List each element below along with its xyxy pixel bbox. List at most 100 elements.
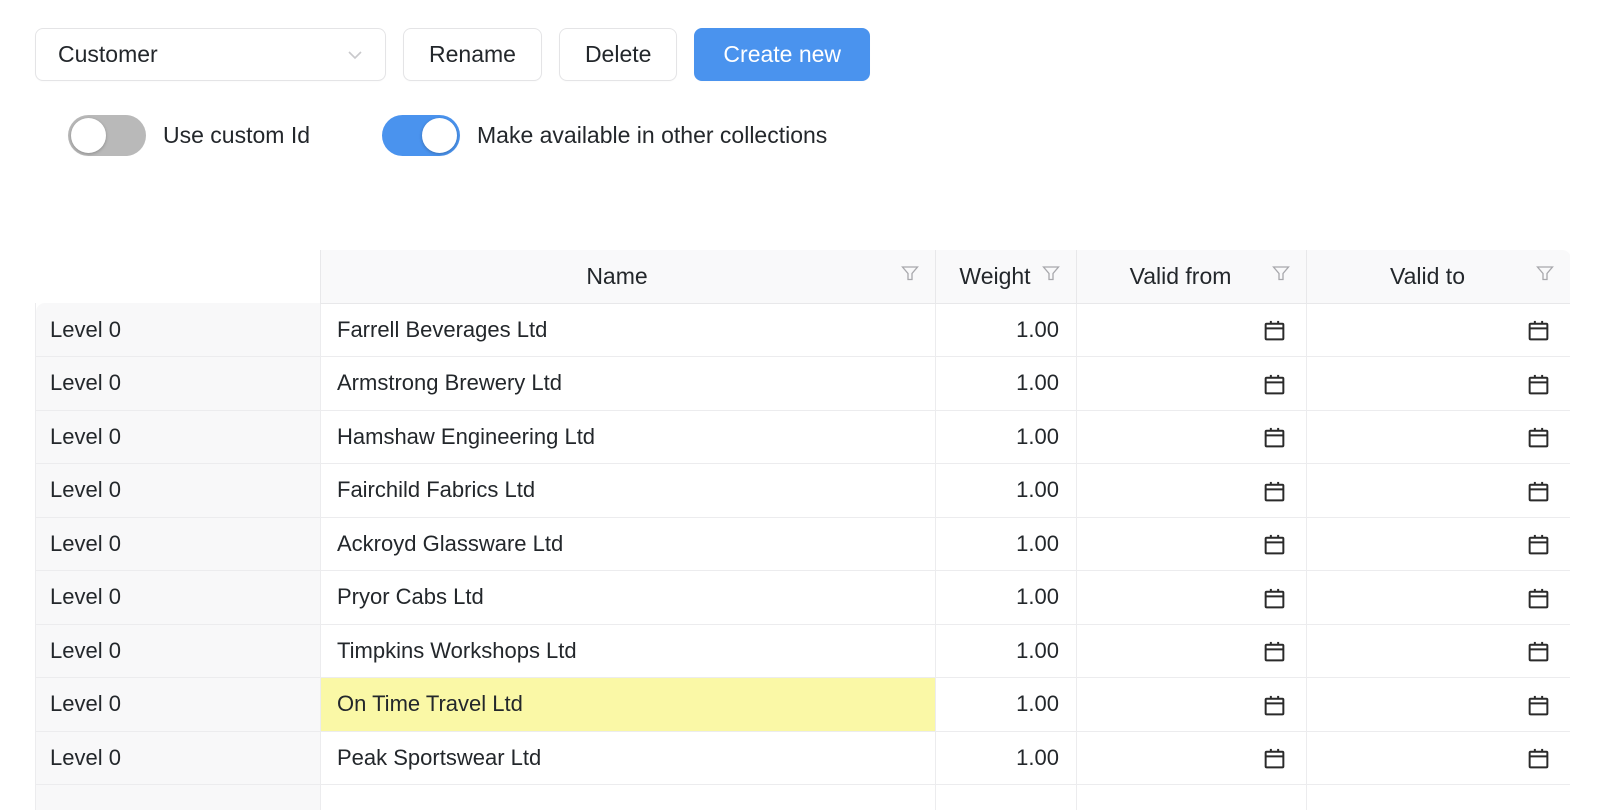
table-row[interactable]: Level 0 Armstrong Brewery Ltd 1.00 xyxy=(35,356,1570,411)
cell-weight[interactable]: 1.00 xyxy=(935,677,1077,732)
use-custom-id-toggle[interactable] xyxy=(68,115,146,156)
table-row[interactable]: Level 0 Timpkins Workshops Ltd 1.00 xyxy=(35,624,1570,678)
funnel-icon[interactable] xyxy=(1534,262,1556,290)
calendar-icon[interactable] xyxy=(1526,530,1551,555)
calendar-icon[interactable] xyxy=(1526,423,1551,448)
table-row[interactable]: Level 0 Pryor Cabs Ltd 1.00 xyxy=(35,570,1570,625)
cell-valid-from[interactable] xyxy=(1076,463,1307,518)
cell-valid-from[interactable] xyxy=(1076,731,1307,785)
cell-name[interactable]: Farrell Beverages Ltd xyxy=(320,303,936,357)
toggle-knob xyxy=(422,118,457,153)
cell-weight[interactable] xyxy=(935,784,1077,810)
cell-weight[interactable]: 1.00 xyxy=(935,356,1077,411)
cell-name[interactable]: Ackroyd Glassware Ltd xyxy=(320,517,936,571)
calendar-icon[interactable] xyxy=(1526,637,1551,662)
column-header-weight[interactable]: Weight xyxy=(935,250,1077,304)
cell-valid-from[interactable] xyxy=(1076,677,1307,732)
cell-valid-to[interactable] xyxy=(1306,784,1570,810)
cell-name-highlighted[interactable]: On Time Travel Ltd xyxy=(320,677,936,732)
calendar-icon[interactable] xyxy=(1526,744,1551,769)
cell-level[interactable]: Level 0 xyxy=(35,356,321,411)
calendar-icon[interactable] xyxy=(1262,423,1287,448)
funnel-icon[interactable] xyxy=(1040,262,1062,290)
cell-valid-to[interactable] xyxy=(1306,356,1570,411)
cell-valid-from[interactable] xyxy=(1076,517,1307,571)
cell-name[interactable]: Fairchild Fabrics Ltd xyxy=(320,463,936,518)
calendar-icon[interactable] xyxy=(1526,691,1551,716)
cell-valid-to[interactable] xyxy=(1306,410,1570,464)
create-new-button[interactable]: Create new xyxy=(694,28,871,81)
use-custom-id-label: Use custom Id xyxy=(163,122,310,148)
cell-valid-from[interactable] xyxy=(1076,784,1307,810)
cell-valid-from[interactable] xyxy=(1076,624,1307,678)
rename-button[interactable]: Rename xyxy=(403,28,542,81)
cell-level[interactable]: Level 0 xyxy=(35,677,321,732)
column-header-valid-to[interactable]: Valid to xyxy=(1306,250,1570,304)
cell-weight[interactable]: 1.00 xyxy=(935,624,1077,678)
calendar-icon[interactable] xyxy=(1262,744,1287,769)
cell-valid-to[interactable] xyxy=(1306,570,1570,625)
cell-weight[interactable]: 1.00 xyxy=(935,517,1077,571)
table-row[interactable]: Level 0 On Time Travel Ltd 1.00 xyxy=(35,677,1570,732)
calendar-icon[interactable] xyxy=(1262,584,1287,609)
calendar-icon[interactable] xyxy=(1262,477,1287,502)
cell-weight[interactable]: 1.00 xyxy=(935,463,1077,518)
calendar-icon[interactable] xyxy=(1526,477,1551,502)
column-header-level xyxy=(35,250,321,303)
table-row[interactable] xyxy=(35,784,1570,810)
table-row[interactable]: Level 0 Peak Sportswear Ltd 1.00 xyxy=(35,731,1570,785)
cell-name[interactable] xyxy=(320,784,936,810)
column-header-valid-from-label: Valid from xyxy=(1129,262,1232,289)
collection-select[interactable]: Customer xyxy=(35,28,386,81)
calendar-icon[interactable] xyxy=(1526,370,1551,395)
cell-valid-from[interactable] xyxy=(1076,303,1307,357)
cell-level[interactable]: Level 0 xyxy=(35,570,321,625)
cell-valid-to[interactable] xyxy=(1306,463,1570,518)
calendar-icon[interactable] xyxy=(1262,691,1287,716)
table-header-row: Name Weight Valid from Valid to xyxy=(35,250,1570,304)
cell-level[interactable]: Level 0 xyxy=(35,303,321,357)
cell-valid-from[interactable] xyxy=(1076,570,1307,625)
cell-name[interactable]: Armstrong Brewery Ltd xyxy=(320,356,936,411)
table-row[interactable]: Level 0 Fairchild Fabrics Ltd 1.00 xyxy=(35,463,1570,518)
cell-level[interactable]: Level 0 xyxy=(35,731,321,785)
column-header-valid-from[interactable]: Valid from xyxy=(1076,250,1307,304)
delete-button[interactable]: Delete xyxy=(558,28,678,81)
make-available-toggle[interactable] xyxy=(382,115,460,156)
column-header-valid-to-label: Valid to xyxy=(1389,262,1465,289)
cell-name[interactable]: Pryor Cabs Ltd xyxy=(320,570,936,625)
cell-weight[interactable]: 1.00 xyxy=(935,570,1077,625)
cell-valid-to[interactable] xyxy=(1306,731,1570,785)
cell-name[interactable]: Timpkins Workshops Ltd xyxy=(320,624,936,678)
cell-valid-from[interactable] xyxy=(1076,410,1307,464)
cell-level[interactable]: Level 0 xyxy=(35,463,321,518)
cell-valid-from[interactable] xyxy=(1076,356,1307,411)
cell-weight[interactable]: 1.00 xyxy=(935,303,1077,357)
table-row[interactable]: Level 0 Hamshaw Engineering Ltd 1.00 xyxy=(35,410,1570,464)
cell-name[interactable]: Peak Sportswear Ltd xyxy=(320,731,936,785)
cell-valid-to[interactable] xyxy=(1306,303,1570,357)
cell-weight[interactable]: 1.00 xyxy=(935,410,1077,464)
calendar-icon[interactable] xyxy=(1526,584,1551,609)
cell-level[interactable]: Level 0 xyxy=(35,410,321,464)
cell-valid-to[interactable] xyxy=(1306,624,1570,678)
table-row[interactable]: Level 0 Farrell Beverages Ltd 1.00 xyxy=(35,303,1570,357)
calendar-icon[interactable] xyxy=(1262,370,1287,395)
cell-name[interactable]: Hamshaw Engineering Ltd xyxy=(320,410,936,464)
calendar-icon[interactable] xyxy=(1526,316,1551,341)
column-header-name[interactable]: Name xyxy=(320,250,936,304)
cell-weight[interactable]: 1.00 xyxy=(935,731,1077,785)
funnel-icon[interactable] xyxy=(1270,262,1292,290)
table-body: Level 0 Farrell Beverages Ltd 1.00 Level 0A… xyxy=(35,303,1570,810)
cell-valid-to[interactable] xyxy=(1306,677,1570,732)
calendar-icon[interactable] xyxy=(1262,316,1287,341)
cell-level[interactable] xyxy=(35,784,321,810)
cell-valid-to[interactable] xyxy=(1306,517,1570,571)
options-toggles: Use custom Id Make available in other co… xyxy=(68,115,827,156)
table-row[interactable]: Level 0 Ackroyd Glassware Ltd 1.00 xyxy=(35,517,1570,571)
calendar-icon[interactable] xyxy=(1262,530,1287,555)
funnel-icon[interactable] xyxy=(899,262,921,290)
cell-level[interactable]: Level 0 xyxy=(35,624,321,678)
cell-level[interactable]: Level 0 xyxy=(35,517,321,571)
calendar-icon[interactable] xyxy=(1262,637,1287,662)
